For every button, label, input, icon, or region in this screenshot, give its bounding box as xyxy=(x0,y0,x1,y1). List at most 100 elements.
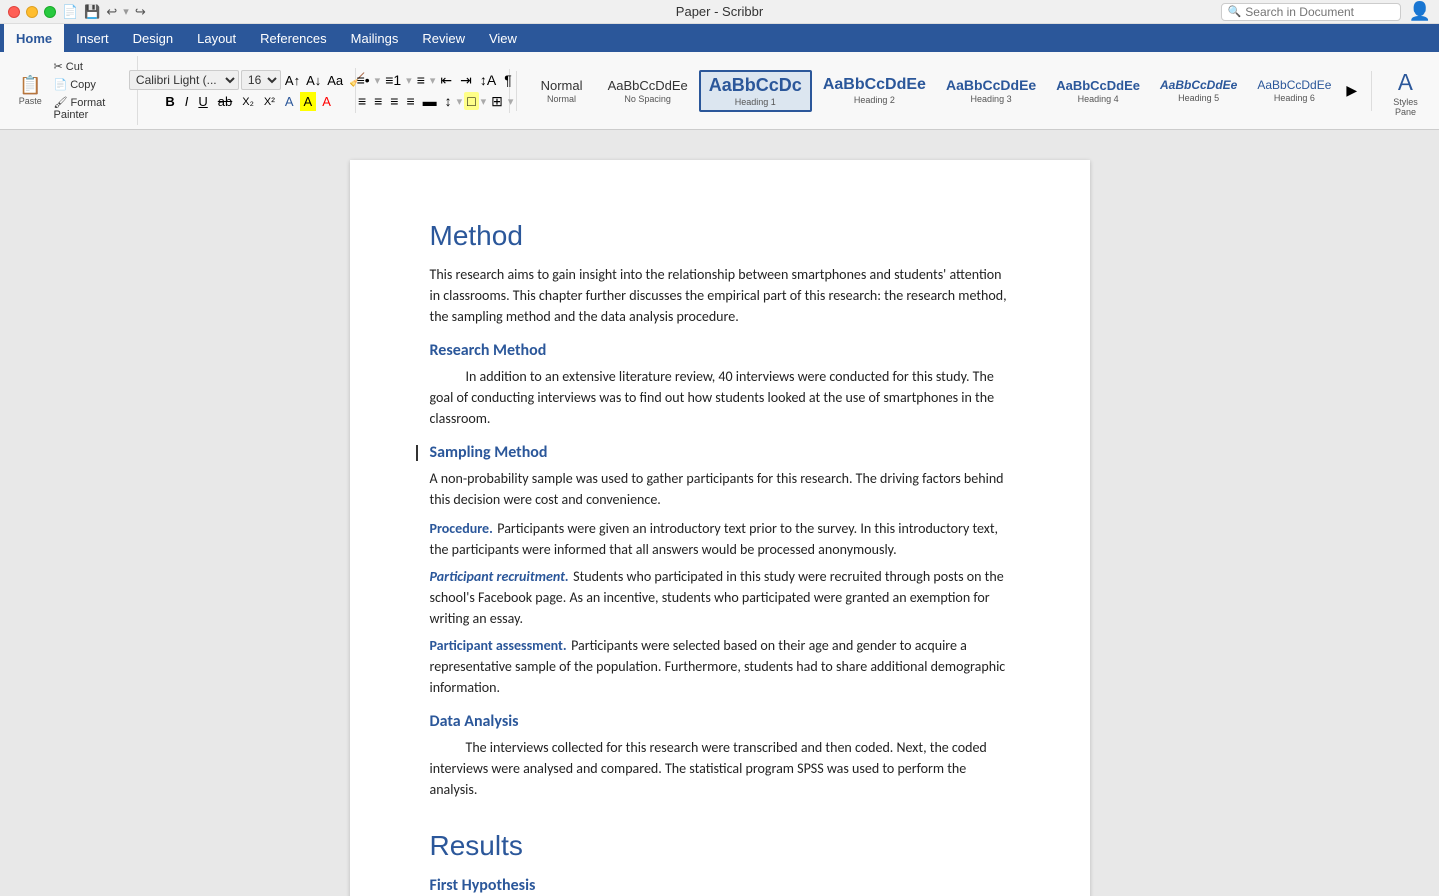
paste-icon: 📋 xyxy=(19,75,41,96)
sort-button[interactable]: ↕A xyxy=(477,71,499,89)
change-case-button[interactable]: Aa xyxy=(325,71,345,90)
decrease-font-button[interactable]: A↓ xyxy=(304,71,323,90)
numbering-dropdown[interactable]: ▾ xyxy=(406,74,412,87)
line-spacing-dropdown[interactable]: ▾ xyxy=(457,95,463,108)
numbering-button[interactable]: ≡1 xyxy=(382,71,404,89)
strikethrough-button[interactable]: ab xyxy=(214,92,236,111)
multilevel-button[interactable]: ≡ xyxy=(414,71,428,89)
search-input[interactable] xyxy=(1245,5,1385,19)
redo-icon[interactable]: ↪ xyxy=(135,4,146,20)
style-nospacing-preview: AaBbCcDdEe xyxy=(608,78,688,93)
increase-indent-button[interactable]: ⇥ xyxy=(457,71,475,90)
heading-procedure: Procedure. xyxy=(430,520,493,537)
style-h6-preview: AaBbCcDdEe xyxy=(1257,78,1331,92)
style-h4-preview: AaBbCcDdEe xyxy=(1056,78,1140,93)
bold-button[interactable]: B xyxy=(161,92,178,111)
paste-button[interactable]: 📋 Paste xyxy=(14,71,46,110)
close-button[interactable] xyxy=(8,6,20,18)
line-spacing-button[interactable]: ↕ xyxy=(442,92,455,110)
borders-dropdown[interactable]: ▾ xyxy=(508,95,514,108)
paragraph-sampling-method: A non-probability sample was used to gat… xyxy=(430,468,1010,510)
paragraph-assessment: Participant assessment. Participants wer… xyxy=(430,635,1010,698)
copy-button[interactable]: 📄 Copy xyxy=(48,76,128,93)
align-center-button[interactable]: ≡ xyxy=(371,92,385,110)
tab-mailings[interactable]: Mailings xyxy=(339,24,411,52)
bullets-dropdown[interactable]: ▾ xyxy=(375,74,381,87)
user-avatar[interactable]: 👤 xyxy=(1409,1,1431,22)
paragraph-group: ≡• ▾ ≡1 ▾ ≡ ▾ ⇤ ⇥ ↕A ¶ ≡ ≡ ≡ ≡ ▬ ↕ ▾ □ ▾… xyxy=(360,69,510,113)
heading-data-analysis: Data Analysis xyxy=(430,712,1010,731)
minimize-button[interactable] xyxy=(26,6,38,18)
underline-button[interactable]: U xyxy=(194,92,211,111)
undo-icon[interactable]: ↩ xyxy=(106,4,117,20)
ribbon-divider xyxy=(516,71,517,111)
highlight-button[interactable]: A xyxy=(300,92,317,111)
cut-button[interactable]: ✂ Cut xyxy=(48,58,128,75)
search-box[interactable]: 🔍 xyxy=(1221,3,1401,21)
tab-layout[interactable]: Layout xyxy=(185,24,248,52)
decrease-indent-button[interactable]: ⇤ xyxy=(437,71,455,90)
title-bar-actions: 🔍 👤 xyxy=(1221,1,1431,22)
paragraph-research-method: In addition to an extensive literature r… xyxy=(430,366,1010,429)
style-h1-label: Heading 1 xyxy=(735,97,776,107)
shading-dropdown[interactable]: ▾ xyxy=(481,95,487,108)
save-icon[interactable]: 💾 xyxy=(84,4,100,20)
style-normal-label: Normal xyxy=(547,94,576,104)
tab-references[interactable]: References xyxy=(248,24,338,52)
document-page: Method This research aims to gain insigh… xyxy=(350,160,1090,896)
styles-pane-button[interactable]: Ａ StylesPane xyxy=(1378,60,1433,122)
search-icon: 🔍 xyxy=(1228,5,1242,18)
text-cursor xyxy=(416,445,418,461)
paragraph-data-analysis: The interviews collected for this resear… xyxy=(430,737,1010,800)
styles-more-button[interactable]: ▶ xyxy=(1342,80,1361,101)
style-nospacing-button[interactable]: AaBbCcDdEe No Spacing xyxy=(599,74,697,108)
style-h4-button[interactable]: AaBbCcDdEe Heading 4 xyxy=(1047,74,1149,108)
tab-insert[interactable]: Insert xyxy=(64,24,121,52)
format-painter-button[interactable]: 🖌 Format Painter xyxy=(48,94,128,123)
style-h3-preview: AaBbCcDdEe xyxy=(946,77,1036,93)
style-h5-preview: AaBbCcDdEe xyxy=(1160,78,1237,92)
undo-dropdown[interactable]: ▾ xyxy=(123,5,129,18)
align-right-button[interactable]: ≡ xyxy=(387,92,401,110)
style-h2-button[interactable]: AaBbCcDdEe Heading 2 xyxy=(814,72,935,109)
style-h2-label: Heading 2 xyxy=(854,95,895,105)
title-bar: 📄 💾 ↩ ▾ ↪ Paper - Scribbr 🔍 👤 xyxy=(0,0,1439,24)
tab-home[interactable]: Home xyxy=(4,24,64,52)
multilevel-dropdown[interactable]: ▾ xyxy=(430,74,436,87)
style-h3-label: Heading 3 xyxy=(971,94,1012,104)
style-normal-button[interactable]: Normal Normal xyxy=(527,74,597,108)
font-name-select[interactable]: Calibri Light (... xyxy=(129,70,239,90)
superscript-button[interactable]: X² xyxy=(260,94,279,110)
style-h1-button[interactable]: AaBbCcDc Heading 1 xyxy=(699,70,812,112)
italic-button[interactable]: I xyxy=(181,92,193,111)
ribbon-content: 📋 Paste ✂ Cut 📄 Copy 🖌 Format Painter Ca… xyxy=(0,52,1439,130)
align-left-button[interactable]: ≡ xyxy=(355,92,369,110)
heading-assessment: Participant assessment. xyxy=(430,637,567,654)
style-normal-preview: Normal xyxy=(541,78,583,93)
paragraph-recruitment: Participant recruitment. Students who pa… xyxy=(430,566,1010,629)
text-procedure: Participants were given an introductory … xyxy=(430,520,999,558)
font-color-button[interactable]: A xyxy=(281,92,298,111)
document-area: Method This research aims to gain insigh… xyxy=(0,130,1439,896)
heading-recruitment: Participant recruitment. xyxy=(430,568,569,585)
font-size-select[interactable]: 16 xyxy=(241,70,281,90)
columns-button[interactable]: ▬ xyxy=(420,92,440,110)
style-h5-button[interactable]: AaBbCcDdEe Heading 5 xyxy=(1151,74,1246,107)
tab-design[interactable]: Design xyxy=(121,24,185,52)
justify-button[interactable]: ≡ xyxy=(403,92,417,110)
tab-review[interactable]: Review xyxy=(410,24,477,52)
text-color-button[interactable]: A xyxy=(318,92,335,111)
subscript-button[interactable]: X₂ xyxy=(238,94,258,110)
style-h6-button[interactable]: AaBbCcDdEe Heading 6 xyxy=(1248,74,1340,107)
tab-view[interactable]: View xyxy=(477,24,529,52)
styles-group: Normal Normal AaBbCcDdEe No Spacing AaBb… xyxy=(523,70,1366,112)
paragraph-procedure: Procedure. Participants were given an in… xyxy=(430,518,1010,560)
increase-font-button[interactable]: A↑ xyxy=(283,71,302,90)
bullets-button[interactable]: ≡• xyxy=(354,71,373,89)
maximize-button[interactable] xyxy=(44,6,56,18)
ribbon-tabs: Home Insert Design Layout References Mai… xyxy=(0,24,1439,52)
borders-button[interactable]: ⊞ xyxy=(488,92,506,111)
style-h3-button[interactable]: AaBbCcDdEe Heading 3 xyxy=(937,73,1045,108)
shading-button[interactable]: □ xyxy=(464,92,478,110)
show-marks-button[interactable]: ¶ xyxy=(501,71,515,89)
